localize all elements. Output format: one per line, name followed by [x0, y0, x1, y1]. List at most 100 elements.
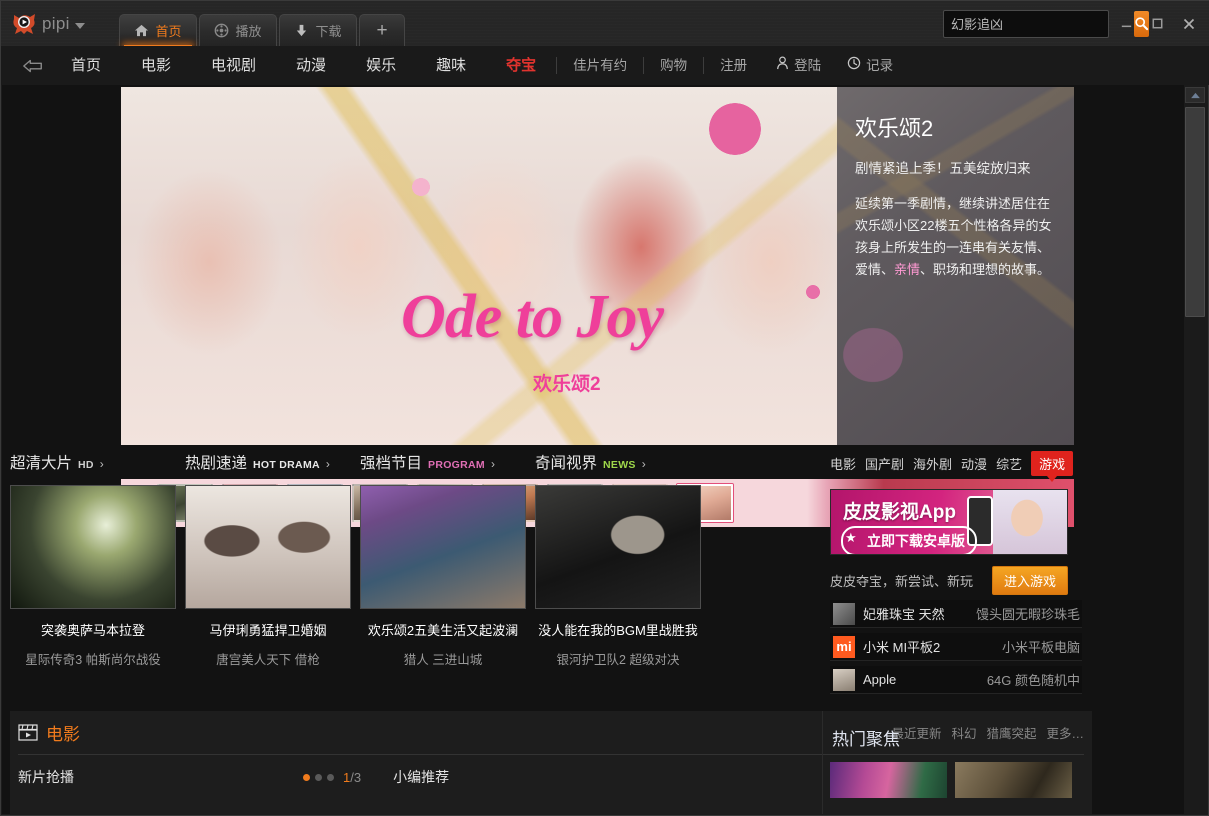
- card-title-secondary[interactable]: 猎人 三进山城: [360, 649, 526, 668]
- category-header-program[interactable]: 强档节目 PROGRAM ›: [360, 451, 535, 473]
- card-title-primary[interactable]: 突袭奥萨马本拉登: [10, 620, 176, 639]
- card-poster[interactable]: [360, 485, 526, 609]
- card-poster[interactable]: [535, 485, 701, 609]
- nav-item-treasure[interactable]: 夺宝: [486, 46, 556, 85]
- sidebar-tab-anime[interactable]: 动漫: [961, 454, 987, 473]
- list-item[interactable]: mi 小米 MI平板2 小米平板电脑: [830, 633, 1082, 661]
- list-item[interactable]: 妃雅珠宝 天然 馒头圆无暇珍珠毛: [830, 600, 1082, 628]
- pipi-logo-icon: [11, 12, 37, 36]
- card-title-primary[interactable]: 没人能在我的BGM里战胜我: [535, 620, 701, 639]
- close-button[interactable]: [1175, 10, 1202, 37]
- scroll-thumb[interactable]: [1185, 107, 1205, 317]
- app-download-banner[interactable]: 皮皮影视App 立即下载安卓版 ★: [830, 489, 1068, 555]
- category-en-label: NEWS: [603, 459, 636, 471]
- category-en-label: HOT DRAMA: [253, 459, 320, 471]
- sidebar-tab-variety[interactable]: 综艺: [996, 454, 1022, 473]
- sidebar-tab-games[interactable]: 游戏: [1031, 451, 1074, 482]
- sidebar-tab-domestic[interactable]: 国产剧: [865, 454, 904, 473]
- nav-item-shopping[interactable]: 购物: [644, 46, 703, 85]
- carousel-dot[interactable]: [315, 773, 322, 781]
- search-box[interactable]: [943, 9, 1149, 38]
- enter-game-button[interactable]: 进入游戏: [991, 566, 1068, 595]
- section-title: 电影: [46, 725, 80, 744]
- card-title-primary[interactable]: 马伊琍勇猛捍卫婚姻: [185, 620, 351, 639]
- carousel-dot[interactable]: [303, 773, 310, 781]
- category-section: 超清大片 HD › 热剧速递 HOT DRAMA › 强档节目 PROGRAM …: [10, 451, 822, 701]
- hero-image[interactable]: Ode to Joy 欢乐颂2: [121, 87, 837, 445]
- category-card[interactable]: 欢乐颂2五美生活又起波澜 猎人 三进山城: [360, 485, 535, 668]
- sidebar-tab-overseas[interactable]: 海外剧: [913, 454, 952, 473]
- chevron-down-icon[interactable]: [74, 22, 85, 29]
- list-item[interactable]: Apple 64G 颜色随机中: [830, 666, 1082, 694]
- card-title-secondary[interactable]: 星际传奇3 帕斯尚尔战役: [10, 649, 176, 668]
- chevron-right-icon[interactable]: ›: [326, 457, 330, 471]
- home-icon: [134, 23, 149, 38]
- vertical-scrollbar[interactable]: [1181, 85, 1207, 814]
- carousel-dot[interactable]: [327, 773, 334, 781]
- search-input[interactable]: [944, 10, 1134, 37]
- tab-download[interactable]: 下载: [279, 14, 357, 46]
- nav-item-anime[interactable]: 动漫: [276, 46, 346, 85]
- nav-item-entertainment[interactable]: 娱乐: [346, 46, 416, 85]
- banner-download-button[interactable]: 立即下载安卓版: [841, 526, 977, 554]
- category-header-news[interactable]: 奇闻视界 NEWS ›: [535, 451, 710, 473]
- xiaomi-icon: mi: [833, 635, 855, 658]
- carousel-label: 小编推荐: [393, 769, 450, 785]
- hero-desc-highlight: 亲情: [894, 262, 921, 277]
- search-zone: [943, 9, 1209, 38]
- nav-item-login[interactable]: 登陆: [763, 46, 834, 85]
- nav-item-movies[interactable]: 电影: [121, 46, 191, 85]
- category-card[interactable]: 突袭奥萨马本拉登 星际传奇3 帕斯尚尔战役: [10, 485, 185, 668]
- carousel-page: 1/3: [343, 769, 362, 785]
- card-poster[interactable]: [10, 485, 176, 609]
- nav-item-history-label: 记录: [866, 58, 894, 73]
- film-slate-icon: [18, 724, 38, 741]
- tab-download-label: 下载: [315, 24, 342, 39]
- nav-item-featured[interactable]: 佳片有约: [557, 46, 643, 85]
- hot-focus-title: 热门聚焦: [832, 730, 900, 749]
- sidebar-tabs: 电影 国产剧 海外剧 动漫 综艺 游戏: [830, 451, 1092, 482]
- crowd-thumb[interactable]: [955, 762, 1072, 798]
- category-card[interactable]: 没人能在我的BGM里战胜我 银河护卫队2 超级对决: [535, 485, 710, 668]
- app-window: pipi 首页 播放 下载 + 幻影追凶 首页 电影 电视剧 动漫 娱乐 趣味 …: [0, 0, 1209, 816]
- card-title-primary[interactable]: 欢乐颂2五美生活又起波澜: [360, 620, 526, 639]
- maximize-button[interactable]: [1144, 10, 1171, 37]
- category-card[interactable]: 马伊琍勇猛捍卫婚姻 唐宫美人天下 借枪: [185, 485, 360, 668]
- nav-item-home[interactable]: 首页: [51, 46, 121, 85]
- nav-item-login-label: 登陆: [794, 58, 822, 73]
- category-cn-label: 强档节目: [360, 455, 423, 472]
- carousel-dots[interactable]: 1/3: [303, 770, 361, 785]
- back-arrow-icon[interactable]: [15, 58, 51, 74]
- tab-play[interactable]: 播放: [199, 14, 277, 46]
- category-header-hd[interactable]: 超清大片 HD ›: [10, 451, 185, 473]
- right-sidebar: 电影 国产剧 海外剧 动漫 综艺 游戏 皮皮影视App 立即下载安卓版 ★ 皮皮…: [830, 451, 1092, 694]
- plus-icon: +: [376, 19, 388, 41]
- chevron-right-icon[interactable]: ›: [642, 457, 646, 471]
- chevron-right-icon[interactable]: ›: [100, 457, 104, 471]
- scroll-up-icon[interactable]: [1185, 87, 1205, 103]
- hero-info-panel: 欢乐颂2 剧情紧追上季！五美绽放归来 延续第一季剧情，继续讲述居住在欢乐颂小区2…: [837, 87, 1074, 445]
- category-header-drama[interactable]: 热剧速递 HOT DRAMA ›: [185, 451, 360, 473]
- nav-item-fun[interactable]: 趣味: [416, 46, 486, 85]
- card-title-secondary[interactable]: 唐宫美人天下 借枪: [185, 649, 351, 668]
- tab-home-label: 首页: [155, 24, 182, 39]
- hero-banner[interactable]: Ode to Joy 欢乐颂2 欢乐颂2 剧情紧追上季！五美绽放归来 延续第一季…: [121, 87, 1074, 445]
- card-poster[interactable]: [185, 485, 351, 609]
- sidebar-tab-movie[interactable]: 电影: [830, 454, 856, 473]
- nav-item-tv[interactable]: 电视剧: [191, 46, 276, 85]
- chevron-right-icon[interactable]: ›: [491, 457, 495, 471]
- logo-label: pipi: [42, 13, 70, 33]
- item-name: 小米 MI平板2: [863, 640, 941, 655]
- tab-play-label: 播放: [235, 24, 262, 39]
- category-cards: 突袭奥萨马本拉登 星际传奇3 帕斯尚尔战役 马伊琍勇猛捍卫婚姻 唐宫美人天下 借…: [10, 485, 822, 668]
- item-desc: 小米平板电脑: [1001, 640, 1080, 655]
- minimize-button[interactable]: [1113, 10, 1140, 37]
- tab-new[interactable]: +: [359, 14, 405, 46]
- page-content: Ode to Joy 欢乐颂2 欢乐颂2 剧情紧追上季！五美绽放归来 延续第一季…: [2, 85, 1184, 814]
- nav-item-register[interactable]: 注册: [704, 46, 763, 85]
- card-title-secondary[interactable]: 银河护卫队2 超级对决: [535, 649, 701, 668]
- nav-item-history[interactable]: 记录: [834, 46, 906, 85]
- guardians-thumb[interactable]: [830, 762, 947, 798]
- tab-home[interactable]: 首页: [119, 14, 197, 47]
- app-logo[interactable]: pipi: [1, 1, 119, 46]
